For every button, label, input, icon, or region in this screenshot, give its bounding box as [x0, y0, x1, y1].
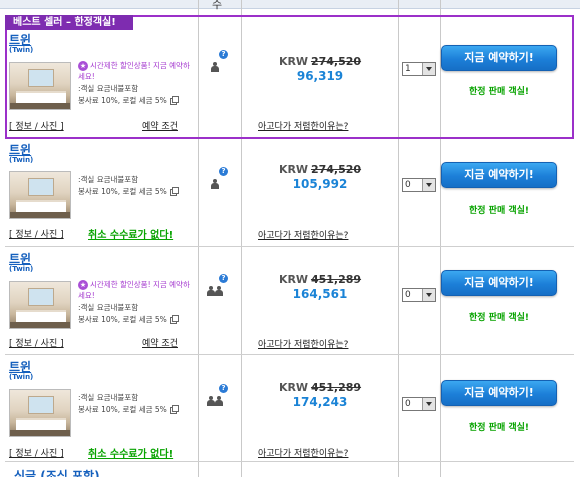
occupancy: ?	[208, 167, 228, 192]
room-photo[interactable]	[9, 281, 71, 329]
price-block: KRW 274,520 105,992	[278, 163, 362, 191]
popup-icon[interactable]	[169, 314, 179, 324]
person-icon	[215, 286, 223, 296]
quantity-select[interactable]: 0	[402, 397, 436, 411]
featured-badge: 베스트 셀러 – 한정객실!	[5, 15, 133, 30]
info-photo-link[interactable]: [ 정보 / 사진 ]	[9, 227, 64, 240]
occupancy: ?	[207, 274, 228, 299]
help-icon[interactable]: ?	[219, 50, 228, 59]
room-subname: (Twin)	[9, 46, 34, 54]
quantity-select[interactable]: 0	[402, 178, 436, 192]
occupancy: ?	[207, 384, 228, 409]
price-block: KRW 451,289 164,561	[278, 273, 362, 301]
limited-label: 한정 판매 객실!	[468, 313, 530, 323]
popup-icon[interactable]	[169, 95, 179, 105]
inclusions: :객실 요금내불포함 봉사료 10%, 로컬 세금 5%	[78, 392, 198, 416]
info-photo-link[interactable]: [ 정보 / 사진 ]	[9, 119, 64, 132]
why-cheap-link[interactable]: 아고다가 저렴한이유는?	[258, 228, 348, 241]
person-icon	[215, 396, 223, 406]
price-block: KRW 274,520 96,319	[278, 55, 362, 83]
star-icon: ★	[78, 61, 88, 71]
book-now-button[interactable]: 지금 예약하기!	[441, 45, 557, 71]
single-person-icon	[211, 62, 219, 72]
popup-icon[interactable]	[169, 186, 179, 196]
book-now-button[interactable]: 지금 예약하기!	[441, 162, 557, 188]
room-name-link[interactable]: 싱글 (조식 포함)	[14, 467, 100, 477]
room-subname: (Twin)	[9, 373, 34, 381]
star-icon: ★	[78, 280, 88, 290]
quantity-select[interactable]: 0	[402, 288, 436, 302]
room-photo[interactable]	[9, 389, 71, 437]
limited-label: 한정 판매 객실!	[468, 87, 530, 97]
chevron-down-icon	[422, 398, 435, 410]
room-subname: (Twin)	[9, 265, 34, 273]
room-photo[interactable]	[9, 171, 71, 219]
quantity-select[interactable]: 1	[402, 62, 436, 76]
help-icon[interactable]: ?	[219, 274, 228, 283]
promo-text: ★ 시간제한 할인상품! 지금 예약하세요!	[78, 61, 190, 81]
inclusions: :객실 요금내불포함 봉사료 10%, 로컬 세금 5%	[78, 302, 198, 326]
chevron-down-icon	[422, 289, 435, 301]
table-header: 수	[0, 0, 580, 11]
book-now-button[interactable]: 지금 예약하기!	[441, 270, 557, 296]
book-now-button[interactable]: 지금 예약하기!	[441, 380, 557, 406]
limited-label: 한정 판매 객실!	[468, 206, 530, 216]
inclusions: :객실 요금내불포함 봉사료 10%, 로컬 세금 5%	[78, 174, 198, 198]
chevron-down-icon	[422, 63, 435, 75]
room-subname: (Twin)	[9, 156, 34, 164]
info-photo-link[interactable]: [ 정보 / 사진 ]	[9, 336, 64, 349]
help-icon[interactable]: ?	[219, 167, 228, 176]
why-cheap-link[interactable]: 아고다가 저렴한이유는?	[258, 446, 348, 459]
why-cheap-link[interactable]: 아고다가 저렴한이유는?	[258, 119, 348, 132]
free-cancellation-link[interactable]: 취소 수수료가 없다!	[88, 445, 173, 460]
price-block: KRW 451,289 174,243	[278, 381, 362, 409]
occupancy: ?	[208, 50, 228, 75]
inclusions: :객실 요금내불포함 봉사료 10%, 로컬 세금 5%	[78, 83, 198, 107]
help-icon[interactable]: ?	[219, 384, 228, 393]
two-persons-icon	[207, 396, 215, 406]
booking-conditions-link[interactable]: 예약 조건	[142, 336, 178, 349]
info-photo-link[interactable]: [ 정보 / 사진 ]	[9, 446, 64, 459]
two-persons-icon	[207, 286, 215, 296]
promo-text: ★ 시간제한 할인상품! 지금 예약하세요!	[78, 280, 190, 300]
header-occupancy: 수	[212, 0, 223, 11]
limited-label: 한정 판매 객실!	[468, 423, 530, 433]
popup-icon[interactable]	[169, 404, 179, 414]
why-cheap-link[interactable]: 아고다가 저렴한이유는?	[258, 337, 348, 350]
chevron-down-icon	[422, 179, 435, 191]
single-person-icon	[211, 179, 219, 189]
free-cancellation-link[interactable]: 취소 수수료가 없다!	[88, 226, 173, 241]
room-photo[interactable]	[9, 62, 71, 110]
booking-conditions-link[interactable]: 예약 조건	[142, 119, 178, 132]
